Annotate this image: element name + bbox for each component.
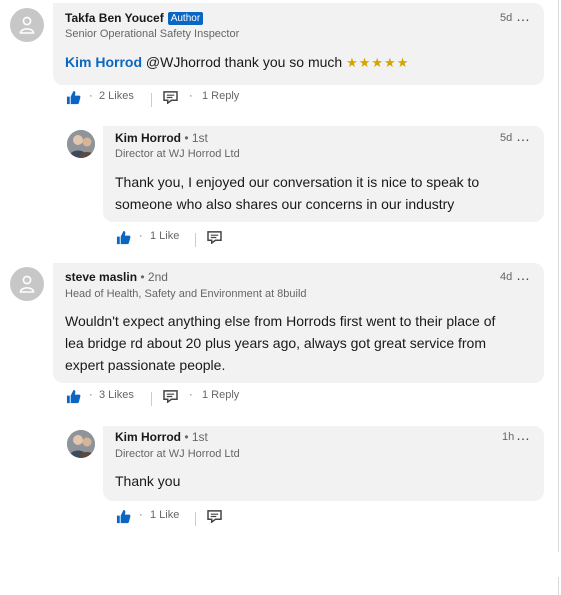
reply-author-name[interactable]: Kim Horrod • 1st — [115, 430, 208, 444]
profile-photo — [67, 430, 95, 458]
reply-icon[interactable] — [163, 390, 178, 403]
like-icon[interactable] — [116, 509, 131, 524]
comment-2: steve maslin • 2nd Head of Health, Safet… — [0, 0, 561, 595]
divider — [195, 512, 196, 526]
reply-actions: · 1 Like — [116, 509, 266, 529]
likes-count[interactable]: 3 Likes — [99, 389, 134, 401]
comment-actions: · 3 Likes · 1 Reply — [66, 389, 366, 409]
commenter-name[interactable]: steve maslin • 2nd — [65, 270, 168, 284]
comment-time: 4d — [500, 271, 513, 283]
replies-count[interactable]: 1 Reply — [202, 389, 239, 401]
avatar[interactable] — [10, 267, 44, 301]
comment-text: Wouldn't expect anything else from Horro… — [65, 313, 496, 373]
more-options-icon[interactable]: … — [516, 267, 531, 283]
commenter-headline: Head of Health, Safety and Environment a… — [65, 288, 307, 300]
reply-text: Thank you — [115, 473, 181, 489]
reply-author-headline: Director at WJ Horrod Ltd — [115, 448, 240, 460]
like-icon[interactable] — [66, 389, 81, 404]
person-icon — [19, 275, 35, 293]
avatar[interactable] — [67, 430, 95, 458]
reply-icon[interactable] — [207, 510, 222, 523]
reply-time: 1h — [502, 431, 515, 443]
divider — [151, 392, 152, 406]
more-options-icon[interactable]: … — [516, 427, 531, 443]
likes-count[interactable]: 1 Like — [150, 509, 179, 521]
